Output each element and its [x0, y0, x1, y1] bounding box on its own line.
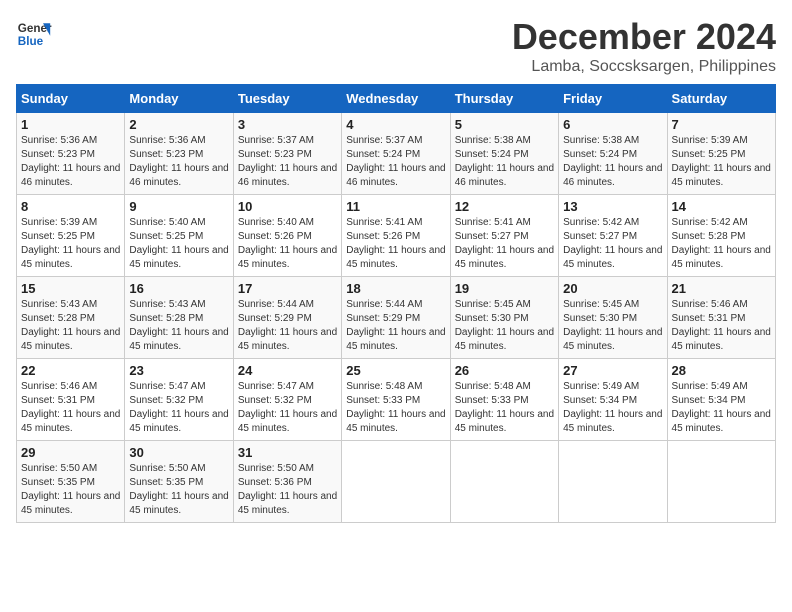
table-row: 1Sunrise: 5:36 AMSunset: 5:23 PMDaylight…: [17, 113, 125, 195]
table-row: 20Sunrise: 5:45 AMSunset: 5:30 PMDayligh…: [559, 277, 667, 359]
table-row: 15Sunrise: 5:43 AMSunset: 5:28 PMDayligh…: [17, 277, 125, 359]
table-row: 30Sunrise: 5:50 AMSunset: 5:35 PMDayligh…: [125, 441, 233, 523]
table-row: 31Sunrise: 5:50 AMSunset: 5:36 PMDayligh…: [233, 441, 341, 523]
location-subtitle: Lamba, Soccsksargen, Philippines: [512, 58, 776, 76]
header-sunday: Sunday: [17, 85, 125, 113]
table-row: 8Sunrise: 5:39 AMSunset: 5:25 PMDaylight…: [17, 195, 125, 277]
table-row: 12Sunrise: 5:41 AMSunset: 5:27 PMDayligh…: [450, 195, 558, 277]
table-row: 25Sunrise: 5:48 AMSunset: 5:33 PMDayligh…: [342, 359, 450, 441]
logo: General Blue: [16, 16, 52, 52]
table-row: 13Sunrise: 5:42 AMSunset: 5:27 PMDayligh…: [559, 195, 667, 277]
header-monday: Monday: [125, 85, 233, 113]
table-row: 10Sunrise: 5:40 AMSunset: 5:26 PMDayligh…: [233, 195, 341, 277]
table-row: 3Sunrise: 5:37 AMSunset: 5:23 PMDaylight…: [233, 113, 341, 195]
calendar-week-2: 15Sunrise: 5:43 AMSunset: 5:28 PMDayligh…: [17, 277, 776, 359]
table-row: 11Sunrise: 5:41 AMSunset: 5:26 PMDayligh…: [342, 195, 450, 277]
table-row: 26Sunrise: 5:48 AMSunset: 5:33 PMDayligh…: [450, 359, 558, 441]
header-wednesday: Wednesday: [342, 85, 450, 113]
table-row: 14Sunrise: 5:42 AMSunset: 5:28 PMDayligh…: [667, 195, 775, 277]
table-row: 23Sunrise: 5:47 AMSunset: 5:32 PMDayligh…: [125, 359, 233, 441]
table-row: 21Sunrise: 5:46 AMSunset: 5:31 PMDayligh…: [667, 277, 775, 359]
calendar-week-3: 22Sunrise: 5:46 AMSunset: 5:31 PMDayligh…: [17, 359, 776, 441]
table-row: 5Sunrise: 5:38 AMSunset: 5:24 PMDaylight…: [450, 113, 558, 195]
table-row: 6Sunrise: 5:38 AMSunset: 5:24 PMDaylight…: [559, 113, 667, 195]
table-row: 27Sunrise: 5:49 AMSunset: 5:34 PMDayligh…: [559, 359, 667, 441]
calendar-table: Sunday Monday Tuesday Wednesday Thursday…: [16, 84, 776, 523]
table-row: 18Sunrise: 5:44 AMSunset: 5:29 PMDayligh…: [342, 277, 450, 359]
table-row: [450, 441, 558, 523]
table-row: 22Sunrise: 5:46 AMSunset: 5:31 PMDayligh…: [17, 359, 125, 441]
table-row: 16Sunrise: 5:43 AMSunset: 5:28 PMDayligh…: [125, 277, 233, 359]
header-thursday: Thursday: [450, 85, 558, 113]
table-row: 28Sunrise: 5:49 AMSunset: 5:34 PMDayligh…: [667, 359, 775, 441]
header-tuesday: Tuesday: [233, 85, 341, 113]
days-header-row: Sunday Monday Tuesday Wednesday Thursday…: [17, 85, 776, 113]
table-row: [667, 441, 775, 523]
header: General Blue December 2024 Lamba, Soccsk…: [16, 16, 776, 76]
table-row: 7Sunrise: 5:39 AMSunset: 5:25 PMDaylight…: [667, 113, 775, 195]
table-row: 24Sunrise: 5:47 AMSunset: 5:32 PMDayligh…: [233, 359, 341, 441]
table-row: 17Sunrise: 5:44 AMSunset: 5:29 PMDayligh…: [233, 277, 341, 359]
header-saturday: Saturday: [667, 85, 775, 113]
calendar-week-1: 8Sunrise: 5:39 AMSunset: 5:25 PMDaylight…: [17, 195, 776, 277]
calendar-week-0: 1Sunrise: 5:36 AMSunset: 5:23 PMDaylight…: [17, 113, 776, 195]
title-area: December 2024 Lamba, Soccsksargen, Phili…: [512, 16, 776, 76]
svg-text:Blue: Blue: [18, 35, 44, 48]
calendar-week-4: 29Sunrise: 5:50 AMSunset: 5:35 PMDayligh…: [17, 441, 776, 523]
table-row: 2Sunrise: 5:36 AMSunset: 5:23 PMDaylight…: [125, 113, 233, 195]
table-row: 29Sunrise: 5:50 AMSunset: 5:35 PMDayligh…: [17, 441, 125, 523]
table-row: 9Sunrise: 5:40 AMSunset: 5:25 PMDaylight…: [125, 195, 233, 277]
month-title: December 2024: [512, 16, 776, 58]
logo-icon: General Blue: [16, 16, 52, 52]
header-friday: Friday: [559, 85, 667, 113]
table-row: 19Sunrise: 5:45 AMSunset: 5:30 PMDayligh…: [450, 277, 558, 359]
table-row: [342, 441, 450, 523]
table-row: [559, 441, 667, 523]
table-row: 4Sunrise: 5:37 AMSunset: 5:24 PMDaylight…: [342, 113, 450, 195]
